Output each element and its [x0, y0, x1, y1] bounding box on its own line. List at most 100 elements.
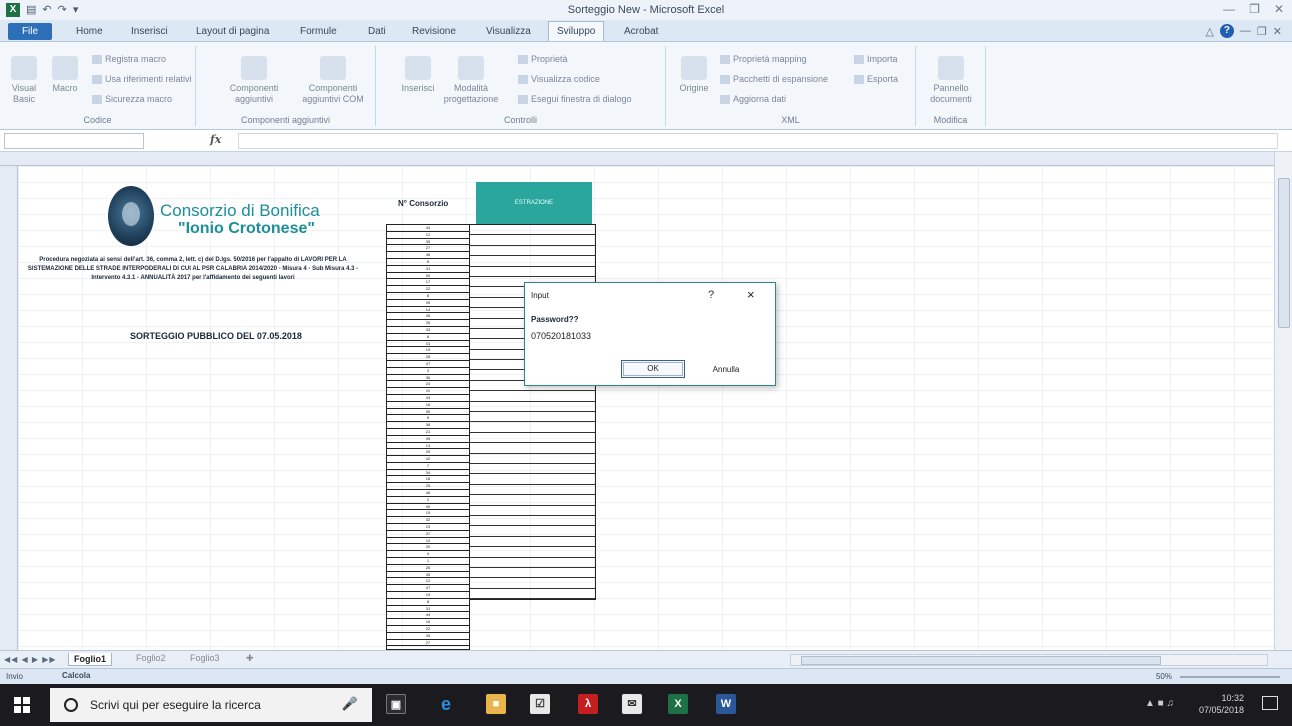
value-cell[interactable]	[470, 578, 595, 589]
vertical-scrollbar[interactable]	[1274, 152, 1292, 650]
acrobat-icon[interactable]: λ	[578, 694, 598, 714]
number-cell[interactable]: 5	[387, 415, 469, 423]
number-cell[interactable]: 2	[387, 497, 469, 504]
value-cell[interactable]	[470, 537, 595, 548]
visualizza-codice-button[interactable]: Visualizza codice	[518, 74, 600, 85]
number-cell[interactable]: 39	[387, 300, 469, 307]
tab-inserisci[interactable]: Inserisci	[131, 26, 168, 37]
taskbar-search[interactable]: Scrivi qui per eseguire la ricerca 🎤	[50, 688, 372, 722]
row-headers[interactable]	[0, 166, 18, 650]
proprieta-mapping-button[interactable]: Proprietà mapping	[720, 54, 807, 65]
number-cell[interactable]: 13	[387, 443, 469, 450]
excel-taskbar-icon[interactable]: X	[668, 694, 688, 714]
value-cell[interactable]	[470, 558, 595, 568]
number-cell[interactable]: 12	[387, 232, 469, 239]
sheet-tab-foglio1[interactable]: Foglio1	[68, 653, 112, 666]
number-cell[interactable]: 31	[387, 606, 469, 613]
microphone-icon[interactable]: 🎤	[342, 696, 358, 712]
value-cell[interactable]	[470, 454, 595, 464]
value-cell[interactable]	[470, 589, 595, 600]
inserisci-control-button[interactable]: Inserisci	[398, 56, 438, 94]
number-cell[interactable]: 17	[387, 279, 469, 287]
registra-macro-button[interactable]: Registra macro	[92, 54, 166, 65]
proprieta-button[interactable]: Proprietà	[518, 54, 568, 65]
status-calc[interactable]: Calcola	[62, 671, 90, 680]
number-cell[interactable]: 32	[387, 517, 469, 525]
horizontal-scrollbar[interactable]	[790, 654, 1268, 666]
value-cell[interactable]	[470, 267, 595, 277]
value-cell[interactable]	[470, 485, 595, 496]
value-cell[interactable]	[470, 526, 595, 537]
doc-minimize-icon[interactable]: —	[1240, 25, 1251, 37]
value-cell[interactable]	[470, 246, 595, 257]
tab-layout[interactable]: Layout di pagina	[196, 26, 269, 37]
number-cell[interactable]: 42	[387, 456, 469, 463]
number-cell[interactable]: 7	[387, 463, 469, 470]
number-cell[interactable]: 41	[387, 341, 469, 348]
value-cell[interactable]	[470, 422, 595, 433]
ribbon-minimize-icon[interactable]: △	[1205, 25, 1213, 38]
edge-browser-icon[interactable]: e	[436, 694, 456, 714]
esporta-button[interactable]: Esporta	[854, 74, 898, 85]
name-box[interactable]	[4, 133, 144, 149]
riferimenti-relativi-button[interactable]: Usa riferimenti relativi	[92, 74, 192, 85]
zoom-slider[interactable]	[1180, 676, 1280, 678]
number-cell[interactable]: 28	[387, 354, 469, 361]
tab-formule[interactable]: Formule	[300, 26, 337, 37]
restore-icon[interactable]: ❐	[1249, 2, 1260, 16]
number-cell[interactable]: 34	[387, 470, 469, 477]
tab-dati[interactable]: Dati	[368, 26, 386, 37]
doc-close-icon[interactable]: ✕	[1273, 25, 1282, 38]
value-cell[interactable]	[470, 391, 595, 402]
word-taskbar-icon[interactable]: W	[716, 694, 736, 714]
number-cell[interactable]: 37	[387, 531, 469, 538]
value-cell[interactable]	[470, 568, 595, 579]
value-cell[interactable]	[470, 412, 595, 423]
close-window-icon[interactable]: ✕	[1274, 2, 1284, 16]
origine-button[interactable]: Origine	[676, 56, 712, 94]
column-headers[interactable]	[0, 152, 1274, 166]
new-sheet-icon[interactable]: ✚	[246, 653, 254, 664]
number-cell[interactable]: 4	[387, 551, 469, 559]
visual-basic-button[interactable]: Visual Basic	[6, 56, 42, 105]
tab-home[interactable]: Home	[76, 26, 103, 37]
number-cell[interactable]: 47	[387, 585, 469, 593]
value-cell[interactable]	[470, 506, 595, 516]
number-cell[interactable]: 49	[387, 436, 469, 443]
number-cell[interactable]: 15	[387, 510, 469, 518]
formula-input[interactable]	[238, 133, 1278, 149]
sheet-tab-foglio2[interactable]: Foglio2	[136, 653, 166, 663]
value-cell[interactable]	[470, 225, 595, 236]
number-cell[interactable]: 25	[387, 483, 469, 491]
macro-button[interactable]: Macro	[48, 56, 82, 94]
number-cell[interactable]: 20	[387, 544, 469, 552]
value-cell[interactable]	[470, 433, 595, 444]
number-cell[interactable]: 44	[387, 225, 469, 232]
clock-time[interactable]: 10:32	[1199, 692, 1244, 704]
number-cell[interactable]: 12	[387, 578, 469, 586]
aggiorna-dati-button[interactable]: Aggiorna dati	[720, 94, 786, 105]
pacchetti-espansione-button[interactable]: Pacchetti di espansione	[720, 74, 828, 85]
componenti-aggiuntivi-button[interactable]: Componenti aggiuntivi	[224, 56, 284, 105]
sheet-nav-arrows-icon[interactable]: ◀◀ ◀ ▶ ▶▶	[4, 655, 57, 664]
value-cell[interactable]	[470, 235, 595, 246]
tab-sviluppo[interactable]: Sviluppo	[548, 21, 605, 41]
tray-icons[interactable]: ▲ ■ ♫	[1145, 698, 1174, 710]
number-cell[interactable]: 39	[387, 633, 469, 640]
number-cell[interactable]: 24	[387, 381, 469, 389]
cancel-button[interactable]: Annulla	[701, 362, 751, 378]
importa-button[interactable]: Importa	[854, 54, 898, 65]
value-cell[interactable]	[470, 402, 595, 413]
number-cell[interactable]: 10	[387, 538, 469, 545]
number-cell[interactable]: 6	[387, 334, 469, 341]
value-cell[interactable]	[470, 443, 595, 454]
password-input[interactable]	[531, 329, 627, 343]
number-cell[interactable]: 43	[387, 395, 469, 402]
file-explorer-icon[interactable]: ■	[486, 694, 506, 714]
number-cell[interactable]: 19	[387, 347, 469, 355]
value-cell[interactable]	[470, 547, 595, 558]
ok-button[interactable]: OK	[621, 360, 685, 378]
number-cell[interactable]: 26	[387, 565, 469, 572]
task-view-icon[interactable]: ▣	[386, 694, 406, 714]
number-cell[interactable]: 46	[387, 490, 469, 497]
